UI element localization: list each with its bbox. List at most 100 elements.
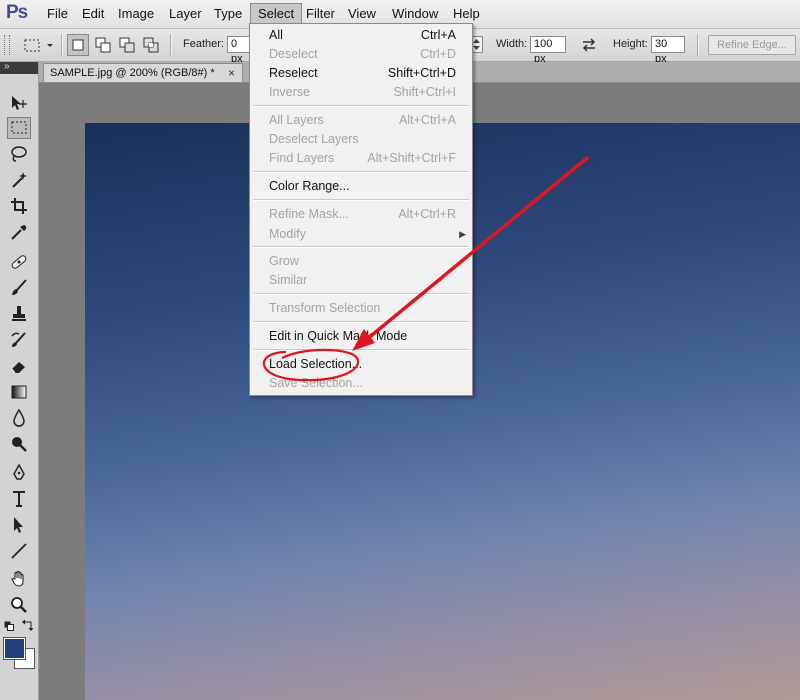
swap-arrows-icon bbox=[582, 38, 596, 52]
menu-edit[interactable]: Edit bbox=[75, 3, 111, 24]
blur-icon bbox=[13, 408, 25, 427]
foreground-color-swatch[interactable] bbox=[3, 637, 26, 660]
height-input[interactable]: 30 px bbox=[651, 36, 685, 65]
type-tool[interactable] bbox=[7, 488, 31, 510]
swap-dimensions-button[interactable] bbox=[578, 35, 600, 55]
move-tool[interactable] bbox=[7, 92, 31, 114]
pen-tool[interactable] bbox=[7, 462, 31, 484]
tools-panel: » bbox=[0, 61, 39, 700]
dodge-icon bbox=[12, 437, 27, 452]
marquee-preset-icon bbox=[24, 39, 53, 52]
menu-item-modify[interactable]: Modify ▶ bbox=[250, 225, 472, 244]
menu-item-save-selection[interactable]: Save Selection... bbox=[250, 374, 472, 393]
rectangular-marquee-icon bbox=[11, 121, 27, 134]
menu-item-load-selection[interactable]: Load Selection... bbox=[250, 355, 472, 374]
menu-help[interactable]: Help bbox=[446, 3, 487, 24]
menu-window[interactable]: Window bbox=[385, 3, 445, 24]
menu-layer[interactable]: Layer bbox=[162, 3, 209, 24]
width-input[interactable]: 100 px bbox=[530, 36, 566, 65]
refine-edge-button[interactable]: Refine Edge... bbox=[708, 35, 796, 55]
menu-item-all-layers[interactable]: All Layers Alt+Ctrl+A bbox=[250, 111, 472, 130]
magic-wand-tool[interactable] bbox=[7, 169, 31, 191]
pen-icon bbox=[13, 463, 25, 480]
lasso-icon bbox=[11, 146, 27, 162]
menu-item-grow[interactable]: Grow bbox=[250, 252, 472, 271]
menu-separator bbox=[253, 321, 469, 323]
add-selection-icon bbox=[95, 37, 111, 53]
menu-item-deselect[interactable]: Deselect Ctrl+D bbox=[250, 45, 472, 64]
default-colors-icon bbox=[4, 621, 14, 631]
path-selection-tool[interactable] bbox=[7, 514, 31, 536]
eyedropper-tool[interactable] bbox=[7, 221, 31, 243]
subtract-from-selection-button[interactable] bbox=[116, 34, 138, 56]
menu-separator bbox=[253, 199, 469, 201]
intersect-selection-button[interactable] bbox=[140, 34, 162, 56]
menu-item-similar[interactable]: Similar bbox=[250, 271, 472, 290]
blur-tool[interactable] bbox=[7, 407, 31, 429]
menu-separator bbox=[253, 171, 469, 173]
menu-item-all[interactable]: All Ctrl+A bbox=[250, 26, 472, 45]
select-dropdown-menu: All Ctrl+A Deselect Ctrl+D Reselect Shif… bbox=[249, 23, 473, 396]
menu-filter[interactable]: Filter bbox=[299, 3, 342, 24]
lasso-tool[interactable] bbox=[7, 143, 31, 165]
swap-colors-icon bbox=[22, 619, 34, 631]
magic-wand-icon bbox=[12, 172, 27, 188]
options-grip[interactable] bbox=[4, 35, 10, 55]
clone-stamp-tool[interactable] bbox=[7, 303, 31, 325]
menu-view[interactable]: View bbox=[341, 3, 383, 24]
eraser-tool[interactable] bbox=[7, 355, 31, 377]
line-icon bbox=[11, 543, 27, 559]
zoom-icon bbox=[11, 597, 27, 613]
menu-separator bbox=[253, 349, 469, 351]
line-tool[interactable] bbox=[7, 540, 31, 562]
menu-item-deselect-layers[interactable]: Deselect Layers bbox=[250, 130, 472, 149]
menu-item-color-range[interactable]: Color Range... bbox=[250, 177, 472, 196]
menu-item-reselect[interactable]: Reselect Shift+Ctrl+D bbox=[250, 64, 472, 83]
collapse-icon[interactable]: » bbox=[4, 61, 10, 72]
subtract-selection-icon bbox=[119, 37, 135, 53]
menu-image[interactable]: Image bbox=[111, 3, 161, 24]
clone-stamp-icon bbox=[12, 306, 26, 321]
new-selection-button[interactable] bbox=[67, 34, 89, 56]
photoshop-logo: Ps bbox=[6, 2, 28, 23]
path-selection-icon bbox=[14, 517, 23, 533]
menu-item-refine-mask[interactable]: Refine Mask... Alt+Ctrl+R bbox=[250, 205, 472, 224]
menu-file[interactable]: File bbox=[40, 3, 75, 24]
eyedropper-icon bbox=[11, 225, 27, 240]
hand-tool[interactable] bbox=[7, 568, 31, 590]
menu-separator bbox=[253, 246, 469, 248]
move-tool-icon bbox=[12, 96, 27, 110]
history-brush-tool[interactable] bbox=[7, 329, 31, 351]
tools-panel-header[interactable]: » bbox=[0, 61, 38, 74]
history-brush-icon bbox=[11, 332, 26, 347]
document-title: SAMPLE.jpg @ 200% (RGB/8#) * bbox=[50, 67, 215, 79]
close-icon[interactable]: × bbox=[228, 64, 235, 82]
crop-tool[interactable] bbox=[7, 195, 31, 217]
menu-select[interactable]: Select bbox=[250, 3, 303, 24]
default-colors-button[interactable] bbox=[4, 620, 14, 631]
rectangular-marquee-tool[interactable] bbox=[7, 117, 31, 139]
menu-item-find-layers[interactable]: Find Layers Alt+Shift+Ctrl+F bbox=[250, 149, 472, 168]
new-selection-icon bbox=[72, 39, 84, 51]
gradient-tool[interactable] bbox=[7, 381, 31, 403]
hand-icon bbox=[11, 570, 24, 587]
intersect-selection-icon bbox=[143, 37, 159, 53]
tool-preset-picker[interactable] bbox=[18, 34, 56, 56]
document-tab[interactable]: SAMPLE.jpg @ 200% (RGB/8#) * × bbox=[43, 63, 243, 82]
healing-brush-tool[interactable] bbox=[7, 251, 31, 273]
type-icon bbox=[13, 491, 25, 507]
eraser-icon bbox=[11, 362, 25, 374]
dodge-tool[interactable] bbox=[7, 433, 31, 455]
menu-item-transform-selection[interactable]: Transform Selection bbox=[250, 299, 472, 318]
menu-item-quick-mask[interactable]: Edit in Quick Mask Mode bbox=[250, 327, 472, 346]
add-to-selection-button[interactable] bbox=[92, 34, 114, 56]
gradient-icon bbox=[11, 385, 27, 399]
zoom-tool[interactable] bbox=[7, 594, 31, 616]
menu-item-inverse[interactable]: Inverse Shift+Ctrl+I bbox=[250, 83, 472, 102]
swap-colors-button[interactable] bbox=[22, 619, 34, 631]
feather-input[interactable]: 0 px bbox=[227, 36, 251, 65]
crop-icon bbox=[11, 198, 27, 214]
brush-tool[interactable] bbox=[7, 277, 31, 299]
menu-separator bbox=[253, 105, 469, 107]
menu-type[interactable]: Type bbox=[207, 3, 249, 24]
